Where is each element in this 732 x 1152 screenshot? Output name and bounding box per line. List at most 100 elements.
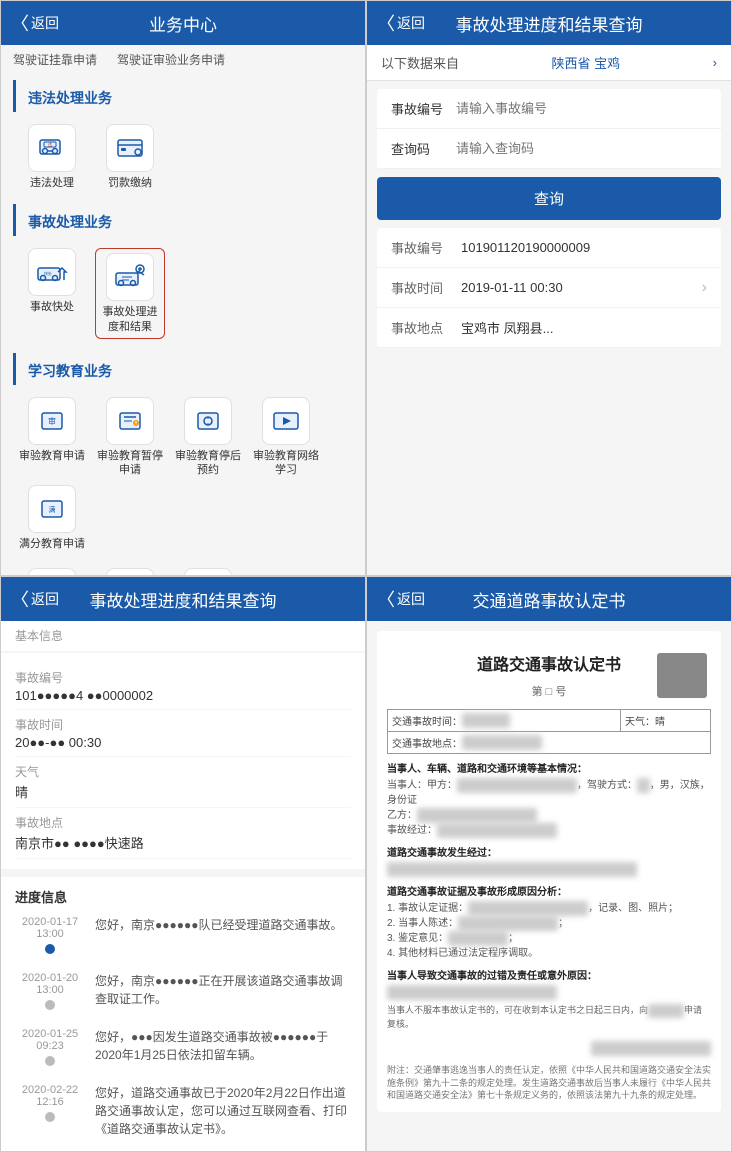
back-arrow-icon-3: 〈 — [11, 586, 29, 612]
location-chevron[interactable]: › — [713, 55, 717, 70]
back-label-3: 返回 — [31, 589, 59, 609]
progress-left-3: 2020-02-22 12:16 — [15, 1084, 85, 1138]
back-button-3[interactable]: 〈 返回 — [11, 586, 59, 612]
top-link-1[interactable]: 驾驶证挂靠申请 — [13, 51, 97, 68]
panel3-content: 基本信息 事故编号 101●●●●●4 ●●0000002 事故时间 20●●-… — [1, 621, 365, 1152]
edu4-icon-box — [262, 397, 310, 445]
panel-accident-query: 〈 返回 事故处理进度和结果查询 以下数据来自 陕西省 宝鸡 › 事故编号 查询… — [366, 0, 732, 576]
violation-label: 违法处理 — [30, 176, 74, 190]
panel-accident-cert: 〈 返回 交通道路事故认定书 道路交通事故认定书 第 □ 号 交通事故时间：20… — [366, 576, 732, 1152]
icon-item-edu6[interactable]: 满分教育暂停申请 — [17, 568, 87, 576]
info-value-2: 晴 — [15, 782, 351, 801]
panel1-content: 驾驶证挂靠申请 驾驶证审验业务申请 违法处理业务 违 违法处理 — [1, 45, 365, 576]
top-link-2[interactable]: 驾驶证审验业务申请 — [117, 51, 225, 68]
blurred-time: 2019年1月 — [462, 713, 510, 728]
icon-item-edu2[interactable]: 审验教育暂停申请 — [95, 397, 165, 478]
table-cell-10: 交通事故地点：南京市某某快速路 — [388, 732, 711, 754]
top-bar-1: 〈 返回 业务中心 — [1, 1, 365, 45]
back-button-2[interactable]: 〈 返回 — [377, 10, 425, 36]
svg-text:审: 审 — [48, 416, 56, 426]
progress-dot-1 — [45, 1000, 55, 1010]
edu8-icon-box: 满 — [184, 568, 232, 576]
edu5-icon: 满 — [36, 493, 68, 525]
blur6: 现场勘查，记录，图，照片 — [468, 901, 588, 916]
edu4-icon — [270, 405, 302, 437]
icon-item-edu7[interactable]: 满分教育暂停后预约 — [95, 568, 165, 576]
result-value-1: 2019-01-11 00:30 — [461, 280, 702, 295]
back-label-4: 返回 — [397, 589, 425, 609]
query-button[interactable]: 查询 — [377, 177, 721, 220]
blurred-location: 南京市某某快速路 — [462, 735, 542, 750]
photo-thumb — [657, 653, 707, 698]
table-row-1: 交通事故地点：南京市某某快速路 — [388, 732, 711, 754]
info-row-0: 事故编号 101●●●●●4 ●●0000002 — [15, 663, 351, 710]
section-title-accident: 事故处理业务 — [13, 204, 353, 236]
icon-item-payment[interactable]: 罚款缴纳 — [95, 124, 165, 190]
icon-item-violation[interactable]: 违 违法处理 — [17, 124, 87, 190]
info-label-2: 天气 — [15, 763, 351, 780]
edu5-icon-box: 满 — [28, 485, 76, 533]
payment-icon — [114, 132, 146, 164]
progress-right-2: 您好，●●●因发生道路交通事故被●●●●●●于2020年1月25日依法扣留车辆。 — [85, 1028, 351, 1070]
seal-area: 公安机关交通管理部门印章 — [387, 1041, 711, 1056]
query-code-label: 查询码 — [391, 139, 456, 158]
cert-table: 交通事故时间：2019年1月 天气：晴 交通事故地点：南京市某某快速路 — [387, 709, 711, 754]
result-row-1[interactable]: 事故时间 2019-01-11 00:30 › — [377, 268, 721, 308]
cert-body-2: 当事人甲方驾驶车辆在快速路行驶时与乙方车辆发生碰撞 — [387, 862, 711, 877]
title-4: 交通道路事故认定书 — [473, 587, 626, 612]
result-label-1: 事故时间 — [391, 278, 461, 297]
icon-item-edu4[interactable]: 审验教育网络学习 — [251, 397, 321, 478]
doc-view: 道路交通事故认定书 第 □ 号 交通事故时间：2019年1月 天气：晴 交通事故… — [377, 631, 721, 1112]
back-button-4[interactable]: 〈 返回 — [377, 586, 425, 612]
accident-progress-icon — [114, 261, 146, 293]
progress-date-2: 2020-01-25 09:23 — [22, 1028, 78, 1052]
violation-icon: 违 — [36, 132, 68, 164]
back-button-1[interactable]: 〈 返回 — [11, 10, 59, 36]
accident-quick-icon-box: 快处 — [28, 248, 76, 296]
progress-text-1: 您好，南京●●●●●●正在开展该道路交通事故调查取证工作。 — [95, 972, 351, 1008]
query-code-input[interactable] — [456, 141, 707, 156]
icon-item-edu1[interactable]: 审 审验教育申请 — [17, 397, 87, 478]
title-2: 事故处理进度和结果查询 — [456, 11, 643, 36]
basic-section: 基本信息 — [1, 621, 365, 651]
top-bar-4: 〈 返回 交通道路事故认定书 — [367, 577, 731, 621]
info-label-3: 事故地点 — [15, 814, 351, 831]
progress-text-0: 您好，南京●●●●●●队已经受理道路交通事故。 — [95, 916, 351, 934]
progress-left-2: 2020-01-25 09:23 — [15, 1028, 85, 1070]
edu2-icon-box — [106, 397, 154, 445]
progress-date-0: 2020-01-17 13:00 — [22, 916, 78, 940]
accident-no-input[interactable] — [456, 101, 707, 116]
icon-item-edu5[interactable]: 满 满分教育申请 — [17, 485, 87, 551]
cert-section-1: 当事人、车辆、道路和交通环境等基本情况： — [387, 760, 711, 775]
cert-section-2: 道路交通事故发生经过： — [387, 844, 711, 859]
panel-accident-progress: 〈 返回 事故处理进度和结果查询 基本信息 事故编号 101●●●●●4 ●●0… — [0, 576, 366, 1152]
basic-title: 基本信息 — [15, 629, 63, 643]
chevron-right-icon: › — [702, 279, 707, 297]
cert-notice: 当事人不服本事故认定书的，可在收到本认定书之日起三日内，向上级机关申请复核。 — [387, 1004, 711, 1031]
icon-item-accident-quick[interactable]: 快处 事故快处 — [17, 248, 87, 339]
cert-body-1: 当事人：甲方：张某某，男，汉族，身份证，驾驶方式：C1，男，汉族，身份证 乙方：… — [387, 778, 711, 838]
icon-item-edu8[interactable]: 满 满分教育网络学习 — [173, 568, 243, 576]
edu4-label: 审验教育网络学习 — [251, 449, 321, 478]
progress-right-0: 您好，南京●●●●●●队已经受理道路交通事故。 — [85, 916, 351, 958]
progress-dot-0 — [45, 944, 55, 954]
progress-title: 进度信息 — [15, 887, 351, 906]
accident-quick-icon: 快处 — [36, 256, 68, 288]
query-form: 事故编号 查询码 — [377, 89, 721, 169]
edu2-icon — [114, 405, 146, 437]
result-row-0: 事故编号 101901120190000009 — [377, 228, 721, 268]
back-arrow-icon-2: 〈 — [377, 10, 395, 36]
progress-date-3: 2020-02-22 12:16 — [22, 1084, 78, 1108]
blur-seal: 公安机关交通管理部门印章 — [591, 1041, 711, 1056]
location-bar: 以下数据来自 陕西省 宝鸡 › — [367, 45, 731, 81]
icon-item-accident-progress[interactable]: 事故处理进度和结果 — [95, 248, 165, 339]
panel-business-center: 〈 返回 业务中心 驾驶证挂靠申请 驾驶证审验业务申请 违法处理业务 违 — [0, 0, 366, 576]
svg-text:满: 满 — [49, 505, 56, 514]
progress-left-1: 2020-01-20 13:00 — [15, 972, 85, 1014]
info-row-2: 天气 晴 — [15, 757, 351, 808]
icon-item-edu3[interactable]: 审验教育停后预约 — [173, 397, 243, 478]
svg-text:违: 违 — [48, 141, 52, 147]
blur4: 在某快速路上发生碰撞事故 — [437, 823, 557, 838]
progress-left-0: 2020-01-17 13:00 — [15, 916, 85, 958]
payment-icon-box — [106, 124, 154, 172]
